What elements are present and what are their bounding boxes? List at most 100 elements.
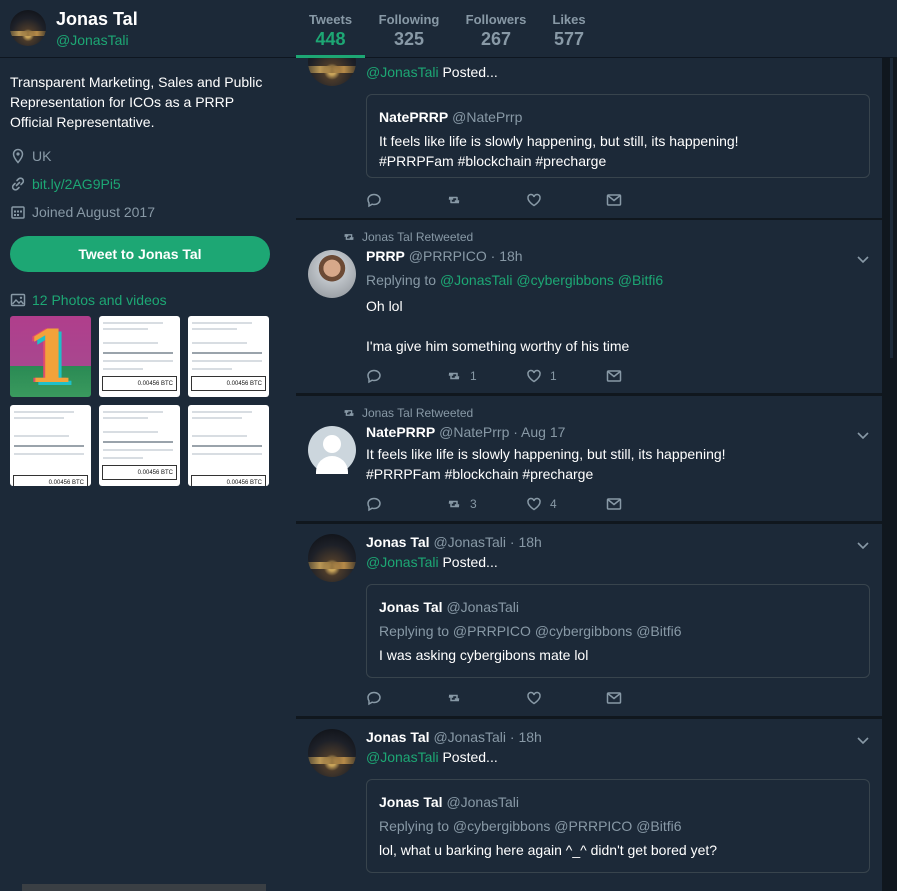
reply-button[interactable] — [366, 690, 446, 706]
horizontal-scrollbar[interactable] — [22, 884, 266, 891]
tweet[interactable]: Jonas Tal @JonasTali · 18h @JonasTali Po… — [296, 719, 882, 891]
tweet-to-button[interactable]: Tweet to Jonas Tal — [10, 236, 270, 272]
profile-name[interactable]: Jonas Tal — [56, 9, 138, 30]
heart-icon — [527, 193, 541, 207]
photos-videos-link[interactable]: 12 Photos and videos — [10, 292, 167, 308]
author-handle-time[interactable]: @JonasTali · 18h — [433, 534, 541, 550]
heart-icon — [527, 497, 541, 511]
like-button[interactable]: 1 — [526, 368, 606, 384]
retweet-context-label: Jonas Tal Retweeted — [362, 230, 474, 244]
chevron-down-icon[interactable] — [856, 252, 870, 266]
envelope-icon — [606, 498, 622, 510]
retweet-button[interactable] — [446, 192, 526, 208]
quoted-replying-to: Replying to @cybergibbons @PRRPICO @Bitf… — [379, 818, 682, 834]
profile-handle[interactable]: @JonasTali — [56, 32, 129, 48]
profile-header-bar: Jonas Tal @JonasTali Tweets 448 Followin… — [0, 0, 897, 58]
quoted-tweet[interactable]: Jonas Tal @JonasTali Replying to @cyberg… — [366, 779, 870, 873]
nav-likes[interactable]: Likes 577 — [546, 0, 592, 58]
tweet-text: I'ma give him something worthy of his ti… — [366, 338, 630, 354]
retweet-button[interactable] — [446, 690, 526, 706]
retweet-button[interactable]: 1 — [446, 368, 526, 384]
author-name[interactable]: NatePRRP — [366, 424, 435, 440]
tweet-avatar[interactable] — [308, 426, 356, 474]
message-button[interactable] — [606, 192, 686, 208]
retweet-context-label: Jonas Tal Retweeted — [362, 406, 474, 420]
like-count: 1 — [550, 369, 557, 383]
nav-likes-count: 577 — [553, 29, 585, 49]
author-name[interactable]: Jonas Tal — [366, 729, 430, 745]
author-handle-time[interactable]: @NatePrrp · Aug 17 — [439, 424, 565, 440]
quoted-author-name: NatePRRP — [379, 109, 449, 125]
retweet-context: Jonas Tal Retweeted — [342, 406, 473, 420]
photo-thumb[interactable]: 0.00456 BTC — [99, 316, 180, 397]
vertical-scrollbar[interactable] — [884, 58, 897, 891]
tweet[interactable]: Jonas Tal Retweeted PRRP @PRRPICO · 18h … — [296, 220, 882, 394]
reply-button[interactable] — [366, 496, 446, 512]
mention-link[interactable]: @JonasTali — [366, 554, 439, 570]
nav-followers[interactable]: Followers 267 — [460, 0, 532, 58]
envelope-icon — [606, 194, 622, 206]
heart-icon — [527, 691, 541, 705]
tweet[interactable]: Jonas Tal Retweeted NatePRRP @NatePrrp ·… — [296, 396, 882, 522]
author-handle-time[interactable]: @PRRPICO · 18h — [409, 248, 523, 264]
reply-button[interactable] — [366, 192, 446, 208]
author-handle-time[interactable]: @JonasTali · 18h — [433, 729, 541, 745]
like-button[interactable] — [526, 192, 606, 208]
retweet-icon — [344, 233, 354, 241]
tweet-hashtags[interactable]: #PRRPFam #blockchain #precharge — [366, 464, 593, 484]
photo-thumb[interactable]: 0.00456 BTC — [99, 405, 180, 486]
quoted-tweet-hashtags: #PRRPFam #blockchain #precharge — [379, 153, 607, 169]
reply-button[interactable] — [366, 368, 446, 384]
quoted-author-name: Jonas Tal — [379, 794, 443, 810]
message-button[interactable] — [606, 496, 686, 512]
link-icon — [11, 177, 25, 191]
mention-link[interactable]: @JonasTali — [366, 64, 439, 80]
tweet-header: Jonas Tal @JonasTali · 18h — [366, 534, 542, 550]
heart-icon — [527, 369, 541, 383]
nav-tweets-label: Tweets — [308, 12, 353, 27]
tweet-avatar[interactable] — [308, 58, 356, 86]
photo-thumb[interactable]: 0.00456 BTC — [188, 316, 269, 397]
envelope-icon — [606, 370, 622, 382]
author-name[interactable]: PRRP — [366, 248, 405, 264]
message-button[interactable] — [606, 368, 686, 384]
author-name[interactable]: Jonas Tal — [366, 534, 430, 550]
replying-to-handles[interactable]: @JonasTali @cybergibbons @Bitfi6 — [440, 272, 663, 288]
nav-tweets[interactable]: Tweets 448 — [296, 0, 365, 58]
scrollbar-thumb[interactable] — [890, 58, 893, 358]
chevron-down-icon[interactable] — [856, 428, 870, 442]
quoted-tweet-header: Jonas Tal @JonasTali — [379, 597, 857, 617]
thumb-btc-amount: 0.00456 BTC — [137, 469, 173, 476]
tweet[interactable]: @JonasTali Posted... NatePRRP @NatePrrp … — [296, 58, 882, 219]
location-pin-icon — [12, 148, 24, 164]
quoted-tweet-text: lol, what u barking here again ^_^ didn'… — [379, 842, 718, 858]
replying-to: Replying to @JonasTali @cybergibbons @Bi… — [366, 272, 663, 288]
tweet[interactable]: Jonas Tal @JonasTali · 18h @JonasTali Po… — [296, 524, 882, 717]
tweet-avatar[interactable] — [308, 250, 356, 298]
tweet-avatar[interactable] — [308, 729, 356, 777]
chevron-down-icon[interactable] — [856, 538, 870, 552]
mention-link[interactable]: @JonasTali — [366, 749, 439, 765]
photo-thumb[interactable]: 0.00456 BTC — [188, 405, 269, 486]
like-button[interactable]: 4 — [526, 496, 606, 512]
retweet-count: 1 — [470, 369, 477, 383]
profile-link[interactable]: bit.ly/2AG9Pi5 — [32, 176, 121, 192]
tweet-avatar[interactable] — [308, 534, 356, 582]
quoted-tweet[interactable]: Jonas Tal @JonasTali Replying to @PRRPIC… — [366, 584, 870, 678]
nav-following[interactable]: Following 325 — [374, 0, 444, 58]
chevron-down-icon[interactable] — [856, 733, 870, 747]
like-button[interactable] — [526, 690, 606, 706]
photo-thumb[interactable]: 0.00456 BTC — [10, 405, 91, 486]
message-button[interactable] — [606, 690, 686, 706]
nav-likes-label: Likes — [552, 12, 586, 27]
photo-thumb[interactable]: 1 — [10, 316, 91, 397]
retweet-button[interactable]: 3 — [446, 496, 526, 512]
quoted-tweet-header: NatePRRP @NatePrrp — [379, 107, 857, 127]
quoted-tweet[interactable]: NatePRRP @NatePrrp It feels like life is… — [366, 94, 870, 178]
profile-bio: Transparent Marketing, Sales and Public … — [10, 74, 263, 130]
profile-avatar[interactable] — [10, 10, 46, 46]
profile-location: UK — [10, 148, 51, 164]
quoted-replying-to: Replying to @PRRPICO @cybergibbons @Bitf… — [379, 623, 682, 639]
photo-grid: 1 0.00456 BTC 0.00456 BTC 0.00456 BTC 0.… — [10, 316, 270, 486]
quoted-tweet-text: It feels like life is slowly happening, … — [379, 133, 739, 149]
